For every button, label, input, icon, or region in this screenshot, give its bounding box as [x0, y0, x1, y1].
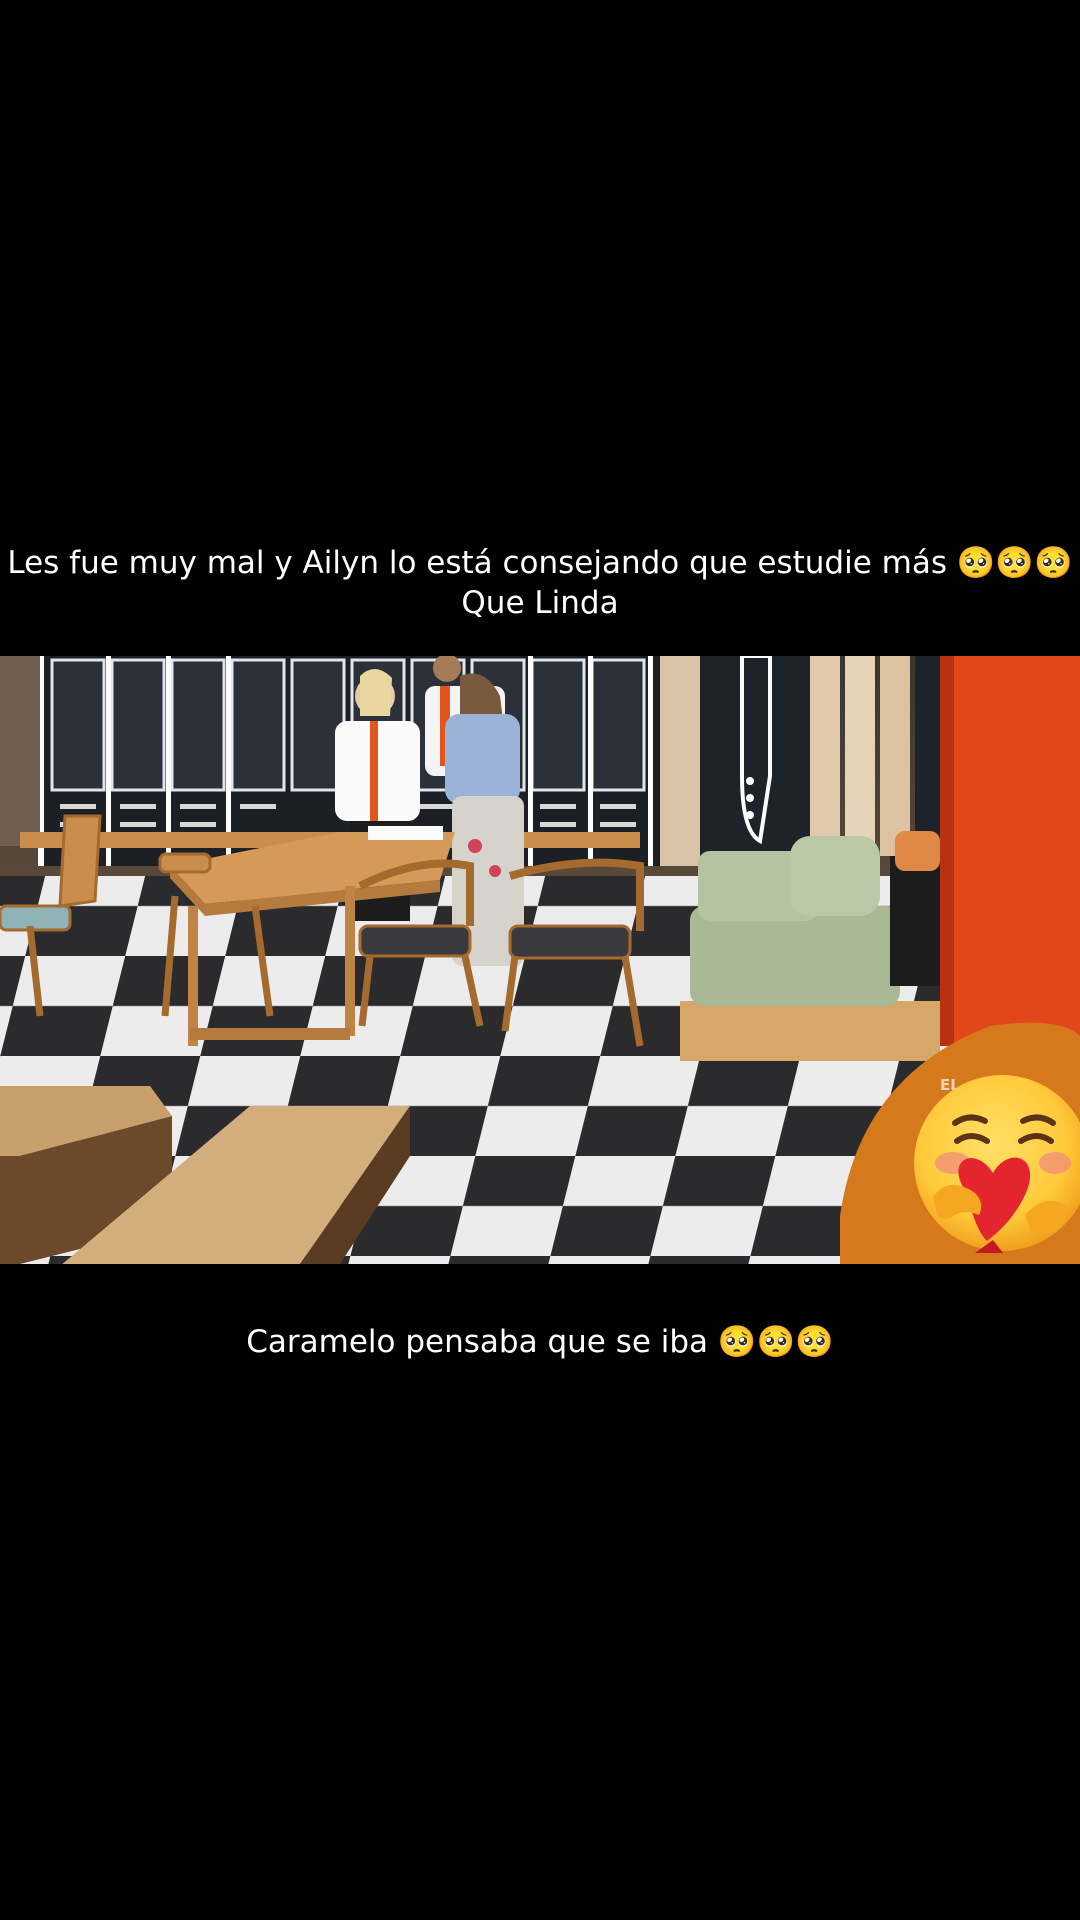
person-woman-blue-shirt — [445, 673, 524, 966]
bottom-caption: Caramelo pensaba que se iba 🥺🥺🥺 — [0, 1322, 1080, 1362]
top-caption: Les fue muy mal y Ailyn lo está consejan… — [0, 543, 1080, 623]
top-caption-line-1: Les fue muy mal y Ailyn lo está consejan… — [7, 545, 1073, 581]
bottom-caption-line: Caramelo pensaba que se iba 🥺🥺🥺 — [246, 1324, 834, 1360]
green-sofa — [680, 831, 960, 1061]
face-holding-back-tears-hugging-heart-icon — [905, 1065, 1080, 1263]
left-curtain — [0, 656, 40, 846]
red-panel — [950, 656, 1080, 1046]
top-caption-line-2: Que Linda — [461, 585, 619, 621]
video-screen: Les fue muy mal y Ailyn lo está consejan… — [0, 0, 1080, 1920]
